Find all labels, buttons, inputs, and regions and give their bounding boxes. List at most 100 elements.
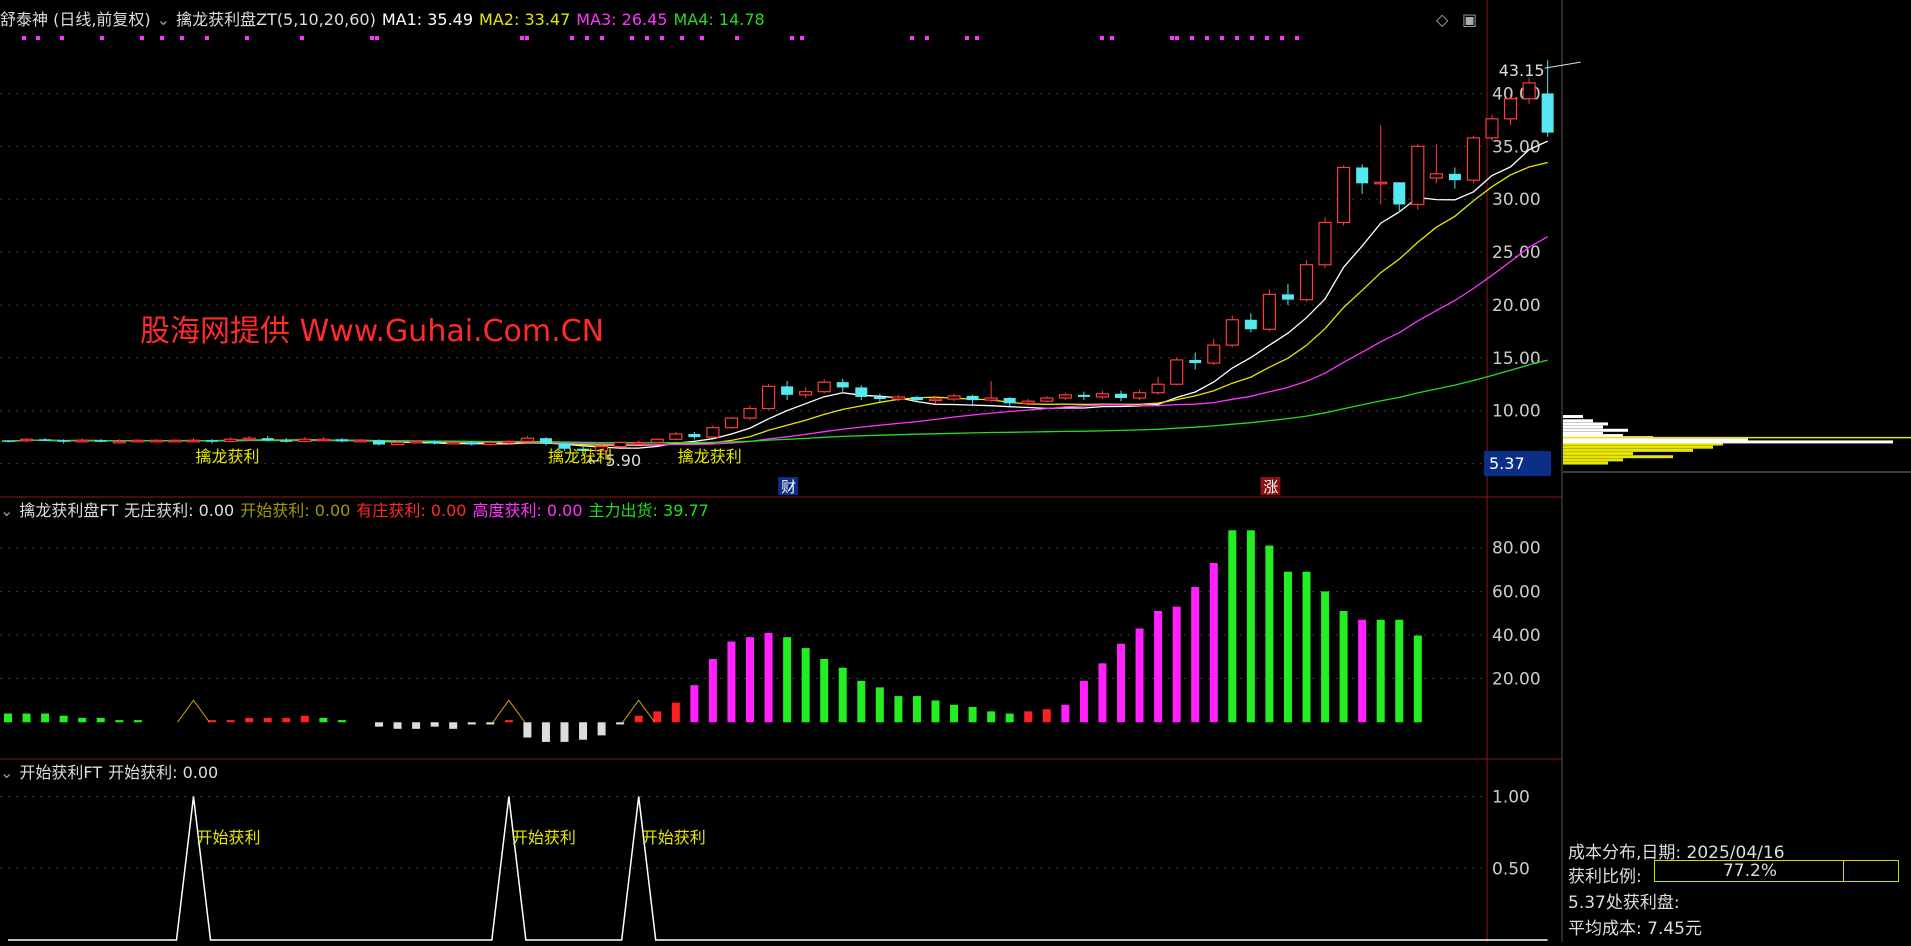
stock-title[interactable]: 舒泰神 (日线,前复权)	[0, 10, 151, 29]
ft-bar	[1283, 571, 1292, 723]
signal-dot	[1280, 36, 1284, 40]
ft-indicator-name[interactable]: 擒龙获利盘FT	[19, 501, 118, 520]
indicator-name[interactable]: 擒龙获利盘ZT(5,10,20,60)	[176, 10, 376, 29]
candle	[1170, 357, 1184, 386]
signal-dot	[205, 36, 209, 40]
ft-bar	[1209, 563, 1218, 723]
ft-toggle-icon[interactable]: ⌄	[0, 501, 13, 520]
candle	[1132, 389, 1147, 401]
ft-bar	[579, 722, 588, 740]
candle	[1095, 390, 1110, 400]
cost-bar	[1563, 431, 1603, 435]
diamond-icon[interactable]: ◇	[1436, 10, 1448, 29]
candle-body	[984, 397, 998, 401]
avg-cost-label: 平均成本:	[1568, 919, 1642, 939]
ft-bar	[912, 696, 921, 723]
signal-dot	[100, 36, 104, 40]
ft-tick-label: 80.00	[1492, 539, 1541, 559]
candle-body	[1485, 118, 1499, 139]
candle-body	[1021, 400, 1035, 404]
signal-dot	[1175, 36, 1179, 40]
ma-value-1: MA2: 33.47	[479, 10, 571, 29]
candle-body	[1262, 293, 1277, 330]
candle-body	[1318, 221, 1332, 266]
ma-value-0: MA1: 35.49	[381, 10, 474, 29]
ft-bar	[875, 687, 884, 723]
ft-bar	[727, 641, 736, 723]
indicator-toggle-icon[interactable]: ⌄	[157, 10, 170, 29]
candle-body	[688, 433, 701, 438]
signal-dot	[735, 36, 739, 40]
candle	[1281, 283, 1294, 305]
ft-signal-triangle	[492, 699, 526, 723]
ft-legend: 无庄获利: 0.00 开始获利: 0.00 有庄获利: 0.00 高度获利: 0.00…	[124, 501, 715, 520]
start-indicator-name[interactable]: 开始获利FT	[19, 763, 102, 782]
cost-bar	[1563, 445, 1713, 449]
candle-body	[1244, 319, 1257, 330]
candle-body	[539, 438, 552, 444]
ft-header: ⌄ 擒龙获利盘FT 无庄获利: 0.00 开始获利: 0.00 有庄获利: 0.00 高度…	[0, 501, 721, 521]
signal-dot	[585, 36, 589, 40]
candle-body	[483, 441, 497, 446]
signal-dot	[1170, 36, 1174, 40]
ft-bar	[857, 680, 866, 723]
ft-bar	[282, 717, 291, 723]
candle	[799, 387, 813, 398]
ft-bar	[1042, 709, 1051, 723]
ft-bar	[1117, 643, 1125, 723]
kaishi-label: 开始获利	[512, 828, 576, 847]
candle-body	[891, 396, 906, 400]
candle-body	[1448, 173, 1461, 181]
candle-body	[706, 427, 720, 438]
candle-body	[910, 396, 923, 401]
candle-body	[799, 391, 813, 396]
ft-bar	[597, 722, 606, 736]
candle-body	[1281, 294, 1294, 300]
candle	[57, 439, 70, 444]
candle-body	[261, 438, 274, 441]
ma-value-3: MA4: 14.78	[673, 10, 765, 29]
signal-dot	[245, 36, 249, 40]
candle	[1262, 289, 1277, 332]
candle-body	[1429, 173, 1443, 179]
start-toggle-icon[interactable]: ⌄	[0, 763, 13, 782]
ft-bar	[634, 715, 643, 723]
candle	[19, 438, 34, 443]
ft-bar	[616, 722, 625, 725]
candle-body	[632, 441, 646, 445]
candle-body	[242, 437, 256, 441]
candle-body	[1356, 167, 1369, 184]
price-tick-label: 10.00	[1492, 402, 1541, 422]
avg-cost-row: 平均成本: 7.45元	[1568, 914, 1702, 939]
ma-value-2: MA3: 26.45	[576, 10, 668, 29]
profit-line-label: 5.37处获利盘:	[1568, 893, 1680, 913]
qinlong-label: 擒龙获利	[196, 447, 260, 466]
ft-bar	[41, 713, 50, 723]
ft-bar	[1246, 530, 1255, 723]
ft-bar	[78, 717, 87, 723]
candle-body	[1003, 398, 1016, 404]
panel-layout-icon[interactable]: ▣	[1462, 10, 1477, 29]
ft-bar	[801, 648, 810, 723]
candle	[1485, 114, 1499, 142]
signal-dot	[645, 36, 649, 40]
candle-body	[353, 439, 368, 443]
main-header: 舒泰神 (日线,前复权) ⌄ 擒龙获利盘ZT(5,10,20,60) MA1: 35.…	[0, 10, 777, 30]
ft-bar	[412, 722, 421, 729]
ft-bar	[1302, 571, 1311, 723]
start-header: ⌄ 开始获利FT 开始获利: 0.00	[0, 763, 224, 783]
candle-body	[650, 438, 664, 444]
candle	[186, 438, 201, 443]
ft-bar	[1339, 611, 1348, 723]
ft-bar	[486, 722, 495, 725]
qinlong-label: 擒龙获利	[678, 447, 742, 466]
candle-body	[1095, 393, 1110, 398]
candle-body	[409, 440, 423, 444]
candle-body	[1541, 93, 1554, 133]
cost-bar	[1563, 461, 1608, 465]
candle-body	[206, 440, 219, 442]
candle-body	[149, 439, 163, 443]
watermark-text: 股海网提供 Www.Guhai.Com.CN	[140, 314, 605, 349]
candle-body	[817, 381, 831, 393]
cost-bar	[1563, 415, 1583, 419]
